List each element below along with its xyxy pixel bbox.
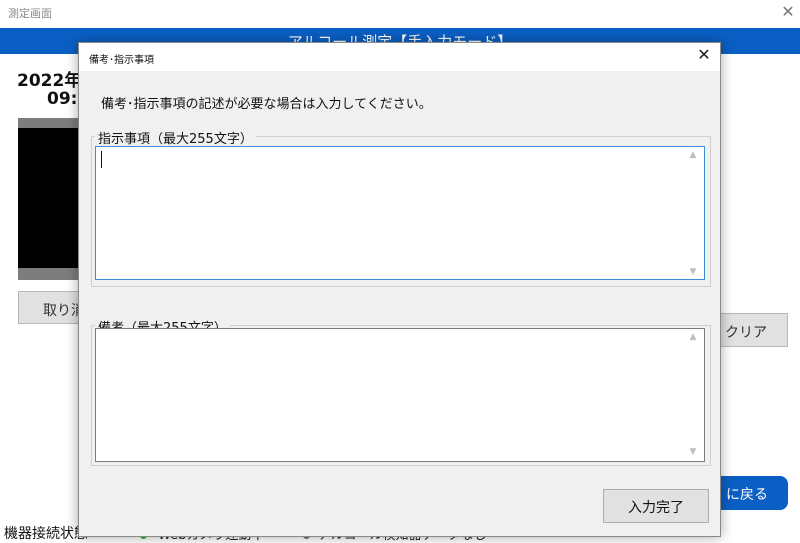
remarks-dialog: 備考･指示事項 ✕ 備考･指示事項の記述が必要な場合は入力してください。 指示事… xyxy=(78,42,721,537)
dialog-close-icon[interactable]: ✕ xyxy=(692,45,716,64)
date-label: 2022年 xyxy=(17,71,82,91)
remarks-scroll-down-icon[interactable]: ▼ xyxy=(687,447,699,457)
background-window-title: 測定画面 xyxy=(8,7,52,20)
camera-preview-frame-top xyxy=(18,118,80,128)
remarks-textarea[interactable] xyxy=(95,328,705,462)
instructions-scroll-down-icon[interactable]: ▼ xyxy=(687,267,699,277)
dialog-titlebar xyxy=(79,43,720,71)
background-titlebar xyxy=(0,0,800,28)
text-caret xyxy=(101,151,102,168)
camera-preview-frame-bottom xyxy=(18,268,80,280)
time-label: 09: xyxy=(47,89,78,109)
device-status-label: 機器接続状態 xyxy=(4,526,88,542)
remarks-scroll-up-icon[interactable]: ▲ xyxy=(687,332,699,342)
clear-button[interactable]: クリア xyxy=(716,313,788,347)
dialog-instruction: 備考･指示事項の記述が必要な場合は入力してください。 xyxy=(101,97,432,112)
instructions-group-label: 指示事項（最大255文字） xyxy=(95,128,256,147)
background-close-icon[interactable]: ✕ xyxy=(778,2,798,21)
dialog-title: 備考･指示事項 xyxy=(89,55,154,66)
back-button[interactable]: に戻る xyxy=(716,476,788,510)
camera-preview xyxy=(18,128,80,268)
instructions-textarea[interactable] xyxy=(95,146,705,280)
input-complete-button[interactable]: 入力完了 xyxy=(603,489,709,523)
instructions-scroll-up-icon[interactable]: ▲ xyxy=(687,150,699,160)
